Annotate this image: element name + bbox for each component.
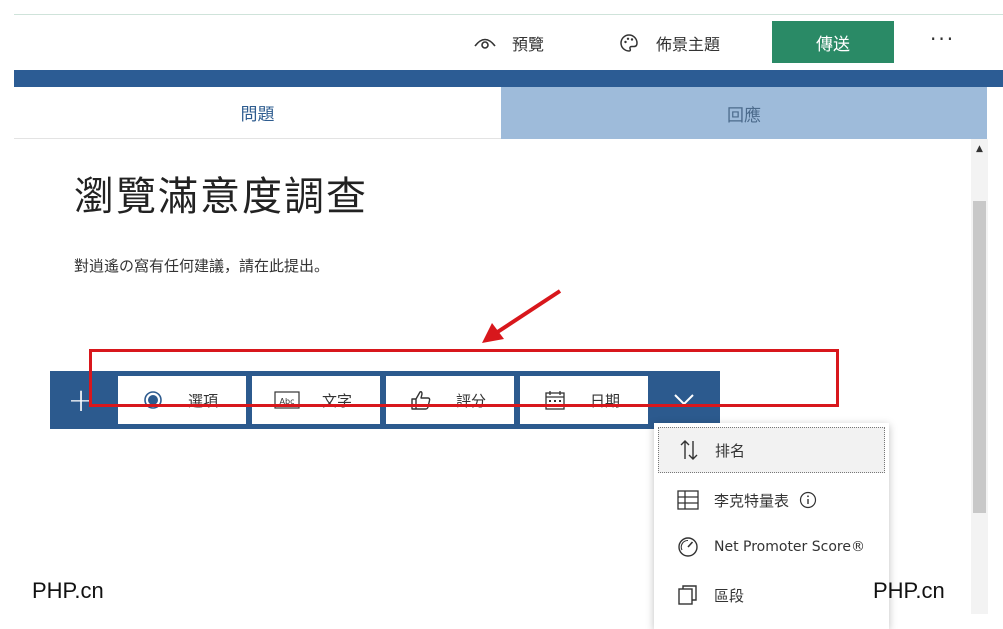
scroll-up-icon[interactable]: ▲: [971, 139, 988, 159]
ranking-option[interactable]: 排名: [658, 427, 885, 473]
likert-option[interactable]: 李克特量表: [658, 477, 885, 523]
section-option[interactable]: 區段: [658, 572, 885, 618]
annotation-highlight-box: [89, 349, 839, 407]
form-description[interactable]: 對逍遙の窩有任何建議，請在此提出。: [74, 255, 329, 276]
top-command-bar: 預覽 佈景主題 傳送 ···: [14, 14, 1003, 70]
section-icon: [676, 583, 700, 607]
palette-icon: [618, 32, 640, 54]
send-button[interactable]: 傳送: [772, 21, 894, 63]
scrollbar-thumb[interactable]: [973, 201, 986, 513]
theme-button[interactable]: 佈景主題: [618, 27, 720, 59]
gauge-icon: [676, 535, 700, 559]
net-promoter-score-option[interactable]: Net Promoter Score®: [658, 524, 885, 570]
watermark-left: PHP.cn: [32, 578, 104, 603]
more-options-button[interactable]: ···: [930, 27, 955, 51]
info-icon[interactable]: [799, 491, 817, 509]
header-accent-bar: [14, 70, 1003, 87]
eye-icon: [474, 32, 496, 54]
watermark-right: PHP.cn: [873, 578, 945, 603]
sort-arrows-icon: [677, 438, 701, 462]
question-type-dropdown: 排名 李克特量表 Net Promoter Score® 區段: [654, 423, 889, 629]
theme-label: 佈景主題: [656, 35, 721, 54]
section-label: 區段: [714, 586, 745, 605]
tab-responses[interactable]: 回應: [501, 87, 987, 139]
form-title[interactable]: 瀏覽滿意度調查: [74, 164, 368, 222]
likert-label: 李克特量表: [714, 491, 790, 510]
tab-questions[interactable]: 問題: [14, 87, 501, 139]
preview-label: 預覽: [512, 35, 545, 54]
vertical-scrollbar[interactable]: ▲: [971, 139, 988, 614]
grid-icon: [676, 488, 700, 512]
preview-button[interactable]: 預覽: [474, 27, 544, 59]
nps-label: Net Promoter Score®: [714, 539, 865, 555]
ranking-label: 排名: [715, 441, 746, 460]
annotation-arrow: [482, 289, 562, 343]
